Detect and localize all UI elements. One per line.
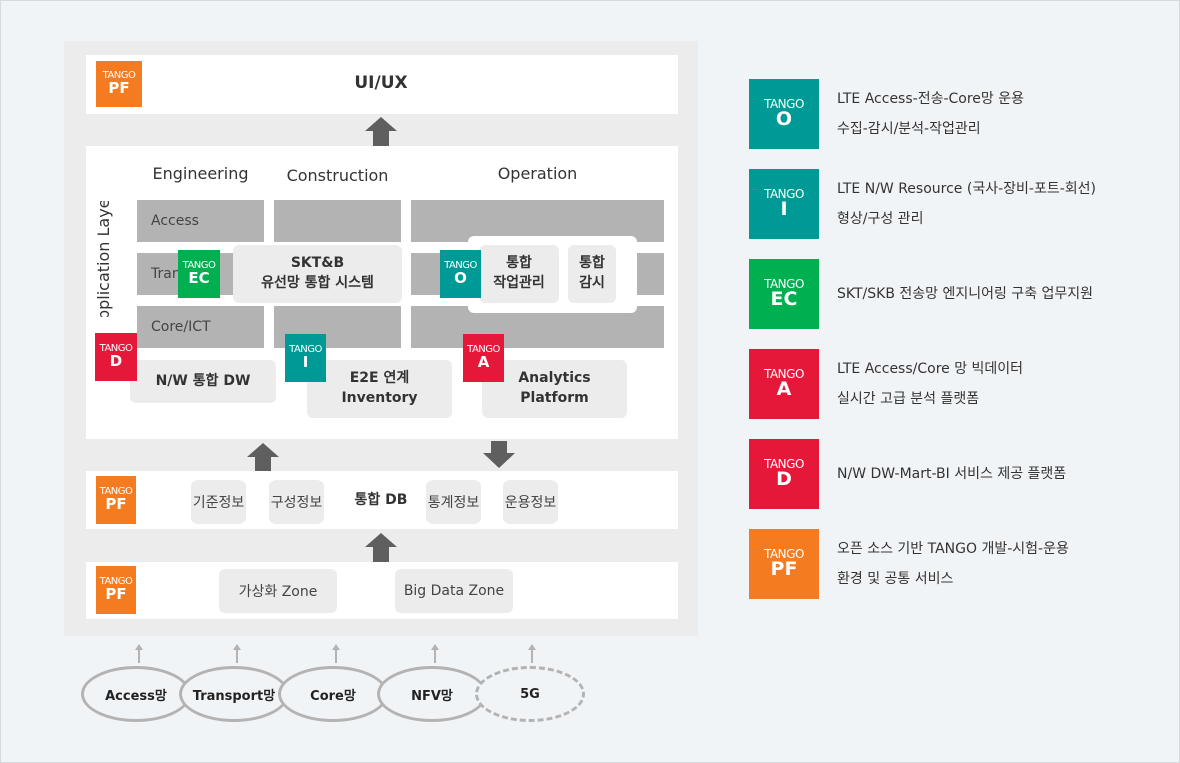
arrow-line: [236, 649, 238, 663]
arrow-line: [531, 649, 533, 663]
arrow-down-analytics: [483, 441, 515, 468]
tango-o-badge: TANGO O: [440, 250, 481, 298]
network-transport: Transport망: [179, 666, 289, 722]
statistics-info-db: 통계정보: [426, 480, 481, 524]
tango-a-badge: TANGO A: [463, 334, 504, 382]
legend-tango-pf-badge: TANGO PF: [749, 529, 819, 599]
integrated-monitoring-box[interactable]: 통합 감시: [568, 245, 616, 303]
tango-pf-badge: TANGO PF: [96, 566, 136, 614]
big-data-zone: Big Data Zone: [395, 569, 513, 613]
legend-ec-text: SKT/SKB 전송망 엔지니어링 구축 업무지원: [837, 286, 1094, 302]
row-access: Access: [137, 200, 264, 242]
arrow-line: [138, 649, 140, 663]
tango-i-badge: TANGO I: [285, 334, 326, 382]
operation-info-db: 운용정보: [503, 480, 558, 524]
legend-d-text: N/W DW-Mart-BI 서비스 제공 플랫폼: [837, 466, 1067, 482]
row-core-ict: Core/ICT: [137, 306, 264, 348]
arrow-up-dw: [247, 443, 279, 471]
column-construction: Construction: [286, 166, 389, 185]
skt-b-wired-system-box[interactable]: SKT&B 유선망 통합 시스템: [233, 245, 402, 303]
legend-tango-d-badge: TANGO D: [749, 439, 819, 509]
arrow-up-uiux: [365, 117, 397, 146]
column-operation: Operation: [497, 164, 578, 183]
legend-tango-ec-badge: TANGO EC: [749, 259, 819, 329]
tango-ec-badge: TANGO EC: [178, 250, 220, 298]
e2e-inventory-box[interactable]: E2E 연계 Inventory: [307, 360, 452, 418]
network-core: Core망: [278, 666, 388, 722]
network-nfv: NFV망: [377, 666, 487, 722]
network-access: Access망: [81, 666, 191, 722]
nw-integrated-dw-box[interactable]: N/W 통합 DW: [130, 360, 276, 403]
virtualization-zone: 가상화 Zone: [219, 569, 337, 613]
column-engineering: Engineering: [152, 164, 249, 183]
integrated-work-management-box[interactable]: 통합 작업관리: [479, 245, 559, 303]
zone-band: [86, 562, 678, 619]
tango-pf-badge: TANGO PF: [96, 476, 136, 524]
legend-pf-text: 오픈 소스 기반 TANGO 개발-시험-운용 환경 및 공통 서비스: [837, 541, 1069, 587]
arrow-line: [335, 649, 337, 663]
arrow-line: [434, 649, 436, 663]
legend-tango-o-badge: TANGO O: [749, 79, 819, 149]
arrow-up-db: [365, 533, 397, 562]
row-access-construction: [274, 200, 401, 242]
tango-d-badge: TANGO D: [95, 333, 137, 381]
application-layer-label: Application Layer: [94, 191, 113, 331]
legend-tango-i-badge: TANGO I: [749, 169, 819, 239]
legend-a-text: LTE Access/Core 망 빅데이터 실시간 고급 분석 플랫폼: [837, 361, 1024, 407]
network-5g: 5G: [475, 666, 585, 722]
legend-o-text: LTE Access-전송-Core망 운용 수집-감시/분석-작업관리: [837, 91, 1025, 137]
standard-info-db: 기준정보: [191, 480, 246, 524]
legend-tango-a-badge: TANGO A: [749, 349, 819, 419]
integrated-db-label: 통합 DB: [354, 492, 408, 508]
configuration-info-db: 구성정보: [269, 480, 324, 524]
legend-i-text: LTE N/W Resource (국사-장비-포트-회선) 형상/구성 관리: [837, 181, 1096, 227]
